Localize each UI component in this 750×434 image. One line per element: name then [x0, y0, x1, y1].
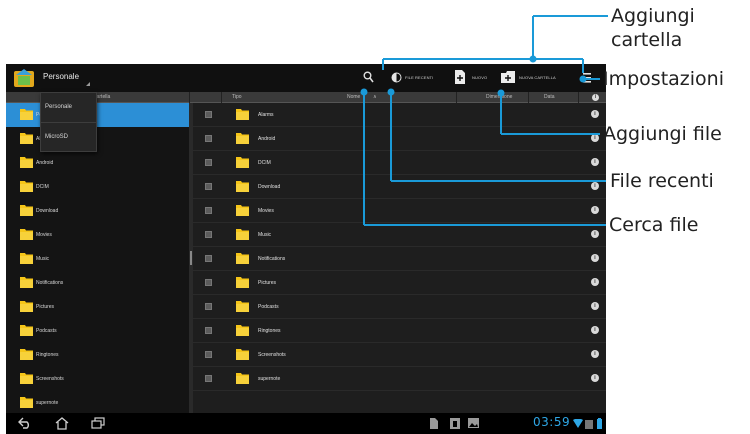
callout-dot: [497, 89, 505, 97]
callout-dot: [387, 88, 395, 96]
callout-impostazioni: Impostazioni: [603, 68, 724, 90]
callout-dot: [529, 55, 537, 63]
callout-aggiungi-file: Aggiungi file: [603, 123, 722, 145]
callout-aggiungi-cartella-line2: cartella: [611, 29, 683, 51]
callout-cerca-file: Cerca file: [609, 214, 699, 236]
callout-aggiungi-cartella-line1: Aggiungi: [611, 5, 695, 27]
callout-dot: [579, 75, 587, 83]
callout-file-recenti: File recenti: [610, 170, 714, 192]
callout-dot: [360, 88, 368, 96]
